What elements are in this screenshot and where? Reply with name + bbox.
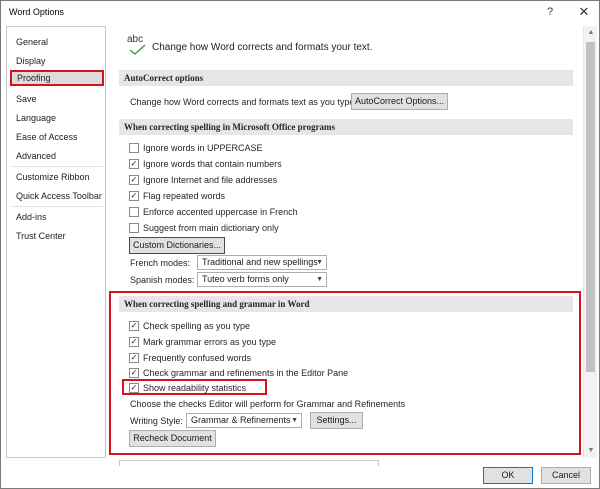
spanish-modes-select[interactable]: Tuteo verb forms only ▼ [197, 272, 327, 287]
check-spelling-checkbox[interactable]: ✓ [129, 321, 139, 331]
settings-button[interactable]: Settings... [310, 412, 363, 429]
proofing-abc-icon: abc [127, 34, 149, 56]
chevron-down-icon: ▼ [316, 276, 323, 283]
spanish-modes-label: Spanish modes: [130, 275, 195, 285]
writing-style-select[interactable]: Grammar & Refinements ▼ [186, 413, 302, 428]
section-word-grammar-header: When correcting spelling and grammar in … [119, 296, 573, 312]
french-modes-select[interactable]: Traditional and new spellings ▼ [197, 255, 327, 270]
sidebar-item-advanced[interactable]: Advanced [11, 148, 103, 164]
mark-grammar-checkbox[interactable]: ✓ [129, 337, 139, 347]
autocorrect-description: Change how Word corrects and formats tex… [130, 97, 357, 107]
options-scrollbar[interactable]: ▲ ▼ [583, 26, 597, 458]
sidebar-item-general[interactable]: General [11, 34, 103, 50]
show-readability-statistics-checkbox[interactable]: ✓ [129, 383, 139, 393]
sidebar-item-quick-access-toolbar[interactable]: Quick Access Toolbar [11, 188, 103, 204]
close-icon[interactable]: ✕ [572, 3, 596, 21]
cut-off-section [119, 460, 379, 466]
sidebar-item-add-ins[interactable]: Add-ins [11, 209, 103, 225]
window-title: Word Options [9, 7, 64, 17]
cancel-button[interactable]: Cancel [541, 467, 591, 484]
writing-style-label: Writing Style: [130, 416, 183, 426]
ok-button[interactable]: OK [483, 467, 533, 484]
enforce-accented-checkbox[interactable] [129, 207, 139, 217]
check-grammar-editor-pane-checkbox[interactable]: ✓ [129, 368, 139, 378]
suggest-main-dictionary-checkbox[interactable] [129, 223, 139, 233]
frequently-confused-checkbox[interactable]: ✓ [129, 353, 139, 363]
chevron-down-icon: ▼ [291, 417, 298, 424]
chevron-down-icon: ▼ [316, 259, 323, 266]
custom-dictionaries-button[interactable]: Custom Dictionaries... [129, 237, 225, 254]
scroll-up-icon[interactable]: ▲ [584, 26, 598, 40]
autocorrect-options-button[interactable]: AutoCorrect Options... [351, 93, 448, 110]
ignore-internet-checkbox[interactable]: ✓ [129, 175, 139, 185]
sidebar: General Display Proofing Save Language E… [6, 26, 106, 458]
ignore-numbers-checkbox[interactable]: ✓ [129, 159, 139, 169]
sidebar-item-proofing[interactable]: Proofing [10, 70, 104, 86]
scroll-down-icon[interactable]: ▼ [584, 444, 598, 458]
scroll-thumb[interactable] [586, 42, 595, 372]
page-header-text: Change how Word corrects and formats you… [152, 42, 373, 53]
ignore-uppercase-checkbox[interactable] [129, 143, 139, 153]
title-bar: Word Options ? ✕ [1, 1, 599, 23]
section-office-spelling-header: When correcting spelling in Microsoft Of… [119, 119, 573, 135]
word-options-dialog: Word Options ? ✕ General Display Proofin… [0, 0, 600, 489]
sidebar-item-language[interactable]: Language [11, 110, 103, 126]
section-autocorrect-header: AutoCorrect options [119, 70, 573, 86]
sidebar-divider [11, 166, 103, 167]
sidebar-item-customize-ribbon[interactable]: Customize Ribbon [11, 169, 103, 185]
sidebar-item-ease-of-access[interactable]: Ease of Access [11, 129, 103, 145]
sidebar-item-display[interactable]: Display [11, 53, 103, 69]
choose-checks-text: Choose the checks Editor will perform fo… [130, 399, 406, 409]
french-modes-label: French modes: [130, 258, 191, 268]
sidebar-divider [11, 206, 103, 207]
help-icon[interactable]: ? [538, 3, 562, 21]
sidebar-item-trust-center[interactable]: Trust Center [11, 228, 103, 244]
flag-repeated-checkbox[interactable]: ✓ [129, 191, 139, 201]
recheck-document-button[interactable]: Recheck Document [129, 430, 216, 447]
sidebar-item-save[interactable]: Save [11, 91, 103, 107]
